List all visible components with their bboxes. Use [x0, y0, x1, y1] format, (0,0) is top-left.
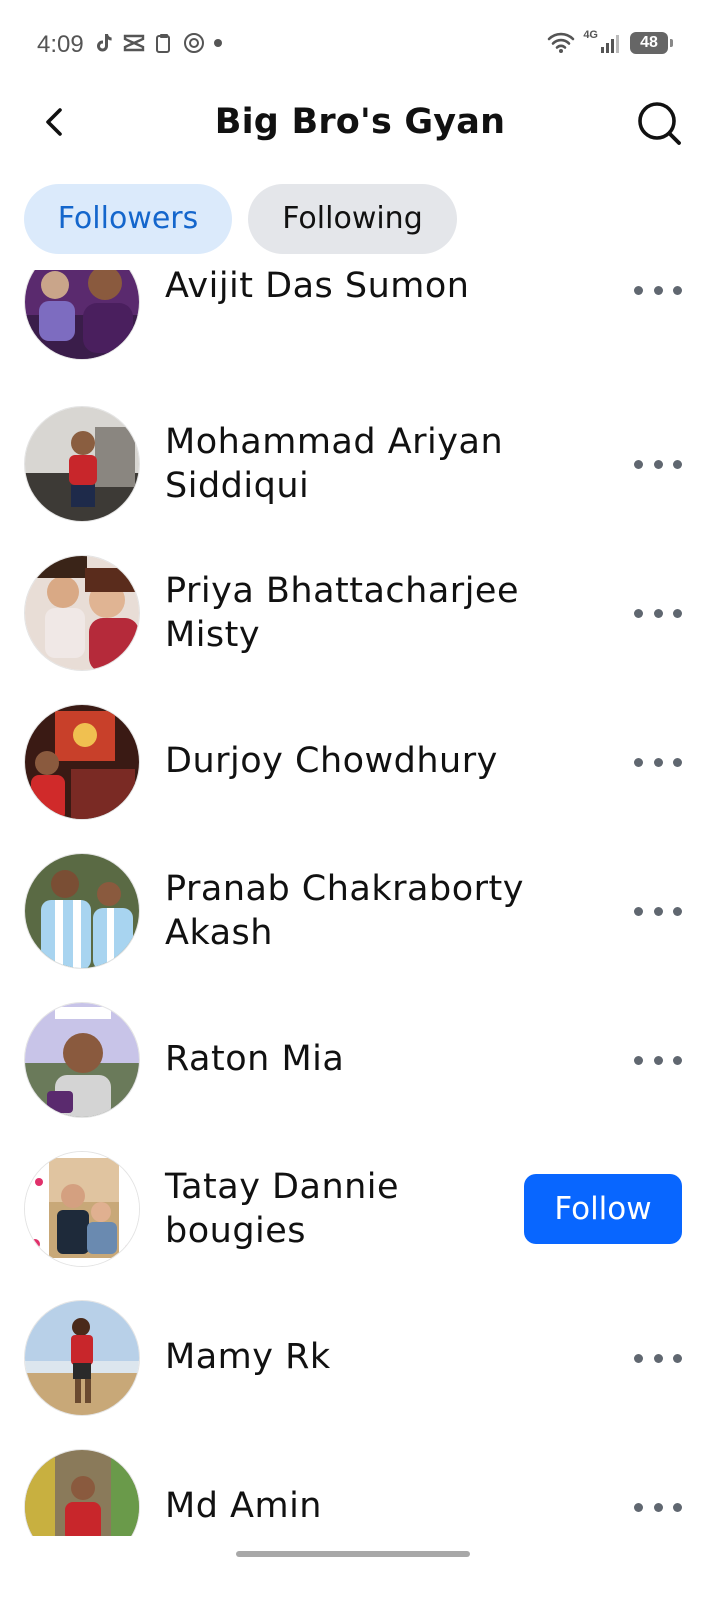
tab-followers[interactable]: Followers	[24, 184, 232, 254]
more-options-button[interactable]	[634, 1050, 682, 1070]
follower-name-line: Mamy Rk	[165, 1337, 331, 1377]
more-options-button[interactable]	[634, 1348, 682, 1368]
dot-icon	[653, 1055, 663, 1065]
follower-name[interactable]: Pranab Chakraborty Akash	[165, 867, 525, 955]
dot-icon	[653, 906, 663, 916]
signal-icon	[601, 35, 619, 53]
dot-icon	[673, 285, 682, 295]
system-status-icons: 4G 48	[547, 29, 673, 54]
dot-icon	[653, 285, 663, 295]
notification-icons	[92, 31, 222, 55]
follower-name[interactable]: Mohammad Ariyan Siddiqui	[165, 420, 525, 508]
more-options-button[interactable]	[634, 603, 682, 623]
more-options-button[interactable]	[634, 901, 682, 921]
follow-button[interactable]: Follow	[524, 1174, 682, 1244]
dot-icon	[673, 906, 682, 916]
follower-name-line: Siddiqui	[165, 466, 310, 506]
follower-name-line: Mohammad Ariyan	[165, 422, 504, 462]
follower-name[interactable]: Priya Bhattacharjee Misty	[165, 569, 525, 657]
list-item[interactable]: Mohammad Ariyan Siddiqui	[0, 406, 720, 555]
list-item[interactable]: Md Amin	[0, 1449, 720, 1536]
avatar[interactable]	[24, 406, 140, 522]
dot-icon	[634, 608, 643, 618]
dot-icon	[653, 757, 663, 767]
follower-name-line: Avijit Das Sumon	[165, 270, 470, 306]
follower-name[interactable]: Md Amin	[165, 1484, 525, 1528]
network-type-label: 4G	[583, 29, 598, 41]
dot-icon	[653, 459, 663, 469]
home-indicator[interactable]	[236, 1551, 470, 1557]
dot-icon	[634, 1055, 643, 1065]
tiktok-icon	[92, 31, 116, 55]
tab-following[interactable]: Following	[248, 184, 457, 254]
follower-name-line: Durjoy Chowdhury	[165, 741, 498, 781]
dot-icon	[673, 757, 682, 767]
follower-name-line: Priya Bhattacharjee	[165, 571, 519, 611]
dot-icon	[673, 1502, 682, 1512]
follower-name-line: Raton Mia	[165, 1039, 345, 1079]
avatar[interactable]	[24, 270, 140, 360]
list-item[interactable]: Pranab Chakraborty Akash	[0, 853, 720, 1002]
camera-app-icon	[182, 31, 206, 55]
avatar[interactable]	[24, 555, 140, 671]
avatar[interactable]	[24, 1002, 140, 1118]
status-time: 4:09	[37, 31, 84, 58]
capcut-icon	[122, 31, 146, 55]
avatar[interactable]	[24, 1300, 140, 1416]
dot-icon	[673, 608, 682, 618]
dot-icon	[653, 1502, 663, 1512]
follower-name[interactable]: Durjoy Chowdhury	[165, 739, 525, 783]
more-notifications-dot	[214, 39, 222, 47]
follower-name-line: Akash	[165, 913, 273, 953]
follower-name-line: Misty	[165, 615, 261, 655]
followers-list: Avijit Das Sumon Mohammad Ariyan Siddiqu…	[0, 270, 720, 1536]
avatar[interactable]	[24, 704, 140, 820]
wifi-icon	[548, 32, 575, 53]
follower-name-line: bougies	[165, 1211, 307, 1251]
dot-icon	[634, 757, 643, 767]
follower-name[interactable]: Tatay Dannie bougies	[165, 1165, 525, 1253]
more-options-button[interactable]	[634, 454, 682, 474]
status-bar: 4:09 4G 48	[0, 0, 720, 90]
dot-icon	[634, 459, 643, 469]
follower-name-line: Pranab Chakraborty	[165, 869, 524, 909]
page-title: Big Bro's Gyan	[214, 102, 506, 142]
dot-icon	[634, 1502, 643, 1512]
avatar[interactable]	[24, 1151, 140, 1267]
battery-icon: 48	[630, 32, 673, 54]
dot-icon	[653, 608, 663, 618]
list-item[interactable]: Durjoy Chowdhury	[0, 704, 720, 853]
clipboard-icon	[152, 31, 176, 55]
more-options-button[interactable]	[634, 1497, 682, 1517]
dot-icon	[673, 1055, 682, 1065]
dot-icon	[634, 1353, 643, 1363]
dot-icon	[673, 459, 682, 469]
list-item[interactable]: Avijit Das Sumon	[0, 270, 720, 393]
search-button[interactable]	[634, 98, 686, 150]
list-item[interactable]: Raton Mia	[0, 1002, 720, 1151]
header: Big Bro's Gyan	[0, 90, 720, 160]
more-options-button[interactable]	[634, 752, 682, 772]
follower-name[interactable]: Raton Mia	[165, 1037, 525, 1081]
avatar[interactable]	[24, 853, 140, 969]
avatar[interactable]	[24, 1449, 140, 1536]
dot-icon	[653, 1353, 663, 1363]
more-options-button[interactable]	[634, 280, 682, 300]
follower-name-line: Tatay Dannie	[165, 1167, 400, 1207]
follower-name-line: Md Amin	[165, 1486, 322, 1526]
list-item[interactable]: Tatay Dannie bougies Follow	[0, 1151, 720, 1300]
dot-icon	[634, 906, 643, 916]
list-item[interactable]: Mamy Rk	[0, 1300, 720, 1449]
dot-icon	[673, 1353, 682, 1363]
follower-name[interactable]: Avijit Das Sumon	[165, 270, 525, 308]
dot-icon	[634, 285, 643, 295]
tab-bar: Followers Following	[24, 184, 457, 254]
follower-name[interactable]: Mamy Rk	[165, 1335, 525, 1379]
list-item[interactable]: Priya Bhattacharjee Misty	[0, 555, 720, 704]
search-icon	[638, 102, 681, 145]
